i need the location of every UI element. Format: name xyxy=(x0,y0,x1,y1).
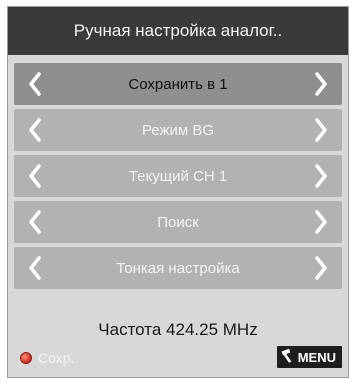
chevron-left-icon[interactable] xyxy=(18,201,52,243)
row-fine-tuning[interactable]: Тонкая настройка xyxy=(14,247,342,289)
row-search[interactable]: Поиск xyxy=(14,201,342,243)
row-label: Тонкая настройка xyxy=(116,259,240,277)
chevron-right-icon[interactable] xyxy=(304,109,338,151)
red-dot-icon xyxy=(20,352,32,364)
chevron-right-icon[interactable] xyxy=(304,247,338,289)
chevron-left-icon[interactable] xyxy=(18,247,52,289)
hammer-icon xyxy=(281,348,295,366)
chevron-left-icon[interactable] xyxy=(18,63,52,105)
chevron-right-icon[interactable] xyxy=(304,155,338,197)
save-hint[interactable]: Сохр. xyxy=(20,350,74,366)
save-label: Сохр. xyxy=(38,350,75,366)
row-label: Текущий CH 1 xyxy=(128,167,228,185)
menu-label: MENU xyxy=(297,349,336,365)
chevron-left-icon[interactable] xyxy=(18,109,52,151)
row-save-to[interactable]: Сохранить в 1 xyxy=(14,63,342,105)
chevron-right-icon[interactable] xyxy=(304,201,338,243)
menu-button[interactable]: MENU xyxy=(276,346,342,368)
frequency-readout: Частота 424.25 MHz xyxy=(98,320,258,339)
row-label: Сохранить в 1 xyxy=(128,75,228,93)
row-label: Поиск xyxy=(157,213,199,231)
row-current-channel[interactable]: Текущий CH 1 xyxy=(14,155,342,197)
row-mode[interactable]: Режим BG xyxy=(14,109,342,151)
manual-tuning-panel: Ручная настройка аналог.. Сохранить в 1 … xyxy=(7,6,349,378)
row-label: Режим BG xyxy=(141,121,215,139)
panel-title: Ручная настройка аналог.. xyxy=(8,7,348,55)
chevron-right-icon[interactable] xyxy=(304,63,338,105)
chevron-left-icon[interactable] xyxy=(18,155,52,197)
